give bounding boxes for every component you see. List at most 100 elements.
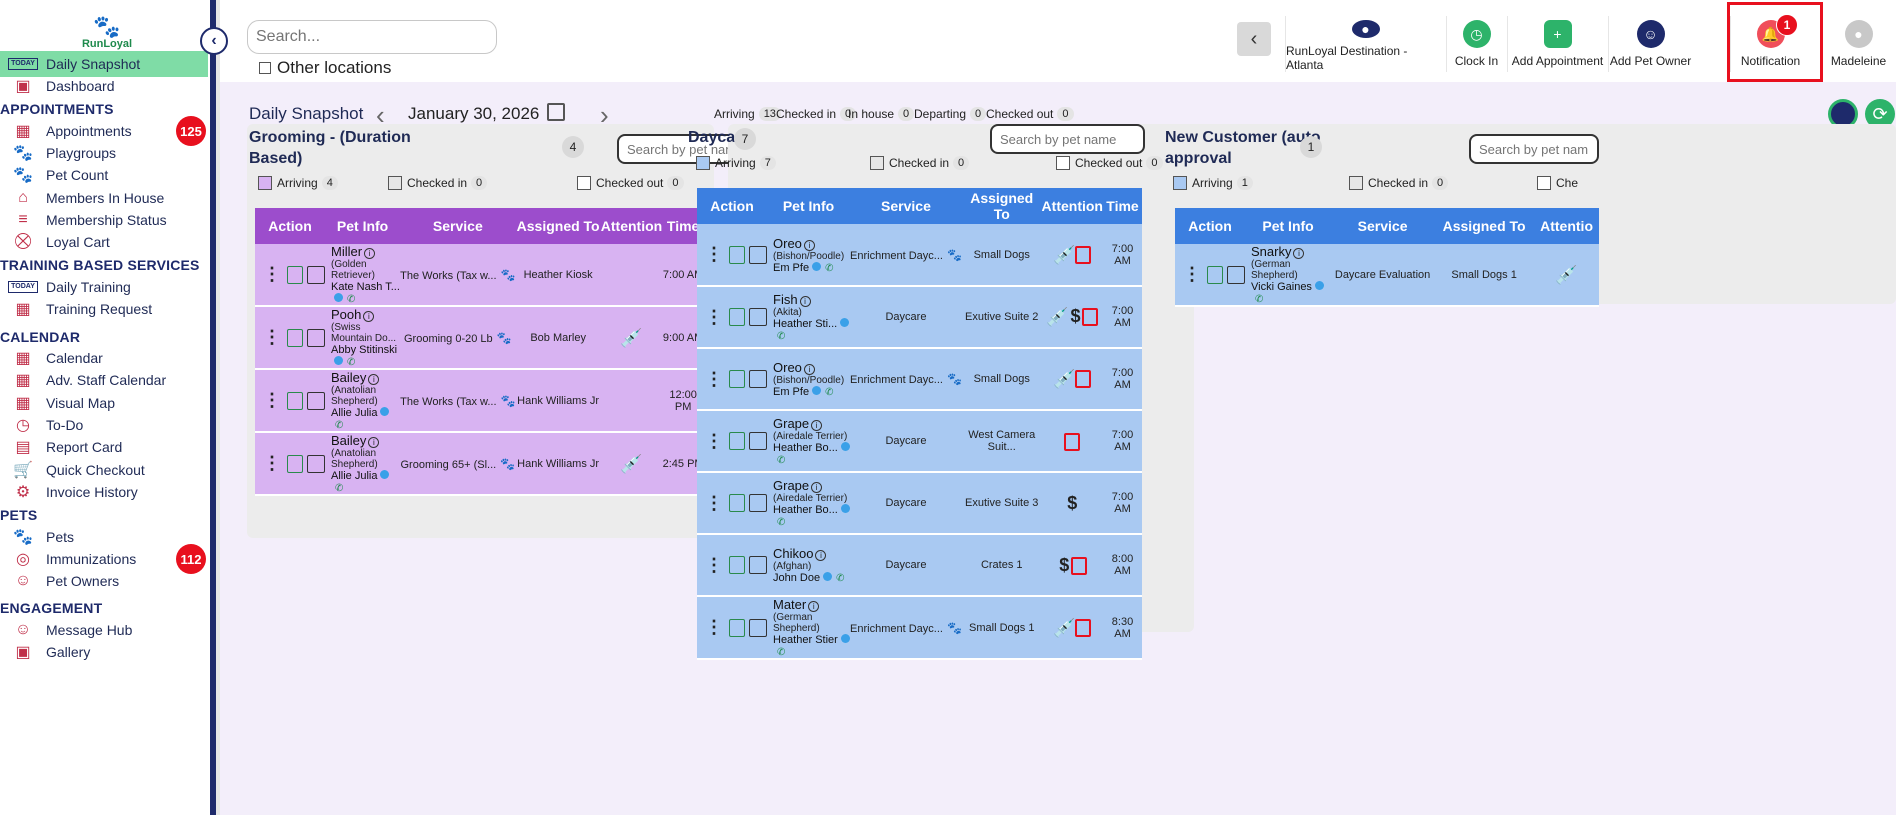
- legend-swatch[interactable]: [696, 156, 710, 170]
- pet-owner[interactable]: Kate Nash T...: [331, 281, 400, 293]
- chat-icon[interactable]: [823, 572, 833, 581]
- sidebar-item-dashboard[interactable]: ▣ Dashboard: [0, 73, 208, 99]
- chat-icon[interactable]: [840, 442, 850, 451]
- column-header[interactable]: Action: [697, 188, 767, 224]
- column-header[interactable]: Service: [1331, 208, 1435, 244]
- more-options-icon[interactable]: ⋮: [1183, 264, 1201, 285]
- more-options-icon[interactable]: ⋮: [263, 453, 281, 474]
- column-header[interactable]: Assigned To: [515, 208, 601, 244]
- table-row[interactable]: ⋮ Bailey i (Anatolian Shepherd) Allie Julia✆…: [255, 369, 704, 433]
- report-card-icon[interactable]: [749, 308, 767, 326]
- info-icon[interactable]: i: [363, 311, 375, 322]
- phone-icon[interactable]: ✆: [825, 387, 833, 398]
- table-row[interactable]: ⋮ Oreo i (Bishon/Poodle) Em Pfe ✆ Enrichment D…: [697, 348, 1142, 411]
- table-row[interactable]: ⋮ Grape i (Airedale Terrier) Heather Bo...✆ D…: [697, 410, 1142, 473]
- phone-icon[interactable]: ✆: [825, 263, 833, 274]
- chat-icon[interactable]: [334, 356, 343, 365]
- report-card-icon[interactable]: [307, 265, 325, 284]
- sidebar-item-training-request[interactable]: ▦ Training Request: [0, 296, 208, 322]
- phone-icon[interactable]: ✆: [335, 420, 343, 431]
- new-customer-search-input[interactable]: [1469, 134, 1599, 164]
- column-header[interactable]: Service: [850, 188, 962, 224]
- column-header[interactable]: Action: [255, 208, 325, 244]
- more-options-icon[interactable]: ⋮: [263, 264, 281, 285]
- table-row[interactable]: ⋮ Bailey i (Anatolian Shepherd) Allie Julia✆…: [255, 432, 704, 496]
- chat-icon[interactable]: [1314, 281, 1324, 290]
- check-in-icon[interactable]: [729, 370, 745, 388]
- more-options-icon[interactable]: ⋮: [263, 327, 281, 348]
- legend-swatch[interactable]: [1173, 176, 1187, 190]
- check-in-icon[interactable]: [287, 328, 303, 347]
- column-header[interactable]: Pet Info: [1245, 208, 1332, 244]
- location-selector[interactable]: ● RunLoyal Destination - Atlanta: [1285, 16, 1445, 72]
- other-locations-checkbox[interactable]: Other locations: [259, 58, 391, 78]
- pet-name[interactable]: Bailey: [331, 433, 366, 448]
- pet-name[interactable]: Grape: [773, 416, 809, 431]
- info-icon[interactable]: i: [364, 248, 376, 259]
- paw-add-icon[interactable]: 🐾: [501, 268, 516, 282]
- phone-icon[interactable]: ✆: [347, 294, 355, 305]
- report-card-icon[interactable]: [749, 494, 767, 512]
- paw-add-icon[interactable]: 🐾: [500, 457, 515, 471]
- check-in-icon[interactable]: [729, 494, 745, 512]
- chat-icon[interactable]: [812, 386, 822, 395]
- pet-owner[interactable]: Vicki Gaines: [1251, 281, 1312, 293]
- column-header[interactable]: Assigned To: [1434, 208, 1535, 244]
- legend-arriving[interactable]: Arriving 7: [696, 156, 776, 170]
- pet-owner[interactable]: Em Pfe: [773, 386, 809, 398]
- table-row[interactable]: ⋮ Chikoo i (Afghan) John Doe ✆ Daycare Crates 1…: [697, 534, 1142, 597]
- pet-owner[interactable]: Heather Bo...: [773, 504, 838, 516]
- check-in-icon[interactable]: [287, 391, 303, 410]
- column-header[interactable]: Pet Info: [767, 188, 851, 224]
- phone-icon[interactable]: ✆: [777, 331, 785, 342]
- table-row[interactable]: ⋮ Fish i (Akita) Heather Sti...✆ Daycare Exuti…: [697, 286, 1142, 349]
- check-in-icon[interactable]: [729, 432, 745, 450]
- more-options-icon[interactable]: ⋮: [705, 431, 723, 452]
- check-in-icon[interactable]: [729, 556, 745, 574]
- check-in-icon[interactable]: [729, 308, 745, 326]
- info-icon[interactable]: i: [811, 482, 823, 493]
- sidebar-item-invoice-history[interactable]: ⚙ Invoice History: [0, 479, 208, 505]
- check-in-icon[interactable]: [729, 245, 745, 264]
- table-row[interactable]: ⋮ Mater i (German Shepherd) Heather Stier✆ En…: [697, 596, 1142, 660]
- legend-swatch[interactable]: [1349, 176, 1363, 190]
- report-card-icon[interactable]: [749, 370, 767, 388]
- info-icon[interactable]: i: [368, 374, 380, 385]
- more-options-icon[interactable]: ⋮: [705, 555, 723, 576]
- pet-name[interactable]: Oreo: [773, 236, 802, 251]
- report-card-icon[interactable]: [307, 454, 325, 473]
- daycare-search-input[interactable]: [990, 124, 1145, 154]
- legend-checked-out[interactable]: Checked out 0: [1056, 156, 1163, 170]
- legend-swatch[interactable]: [1056, 156, 1070, 170]
- legend-swatch[interactable]: [870, 156, 884, 170]
- collapse-sidebar-button[interactable]: ‹: [200, 27, 228, 55]
- column-header[interactable]: Service: [400, 208, 516, 244]
- pet-owner[interactable]: Allie Julia: [331, 470, 377, 482]
- global-search-input[interactable]: [247, 20, 497, 54]
- report-card-icon[interactable]: [749, 432, 767, 450]
- table-row[interactable]: ⋮ Pooh i (Swiss Mountain Do... Abby Stitinsk…: [255, 306, 704, 370]
- chat-icon[interactable]: [380, 470, 390, 479]
- info-icon[interactable]: i: [803, 239, 815, 251]
- info-icon[interactable]: i: [808, 601, 820, 612]
- pet-name[interactable]: Mater: [773, 597, 806, 612]
- checkbox-icon[interactable]: [259, 62, 271, 74]
- pet-owner[interactable]: Allie Julia: [331, 407, 377, 419]
- paw-add-icon[interactable]: 🐾: [501, 394, 516, 408]
- report-card-icon[interactable]: [1227, 265, 1245, 284]
- pet-name[interactable]: Chikoo: [773, 546, 813, 561]
- chat-icon[interactable]: [334, 293, 343, 302]
- pet-name[interactable]: Fish: [773, 292, 798, 307]
- legend-checked-out[interactable]: Che: [1537, 176, 1578, 190]
- paw-add-icon[interactable]: 🐾: [947, 621, 962, 635]
- phone-icon[interactable]: ✆: [777, 647, 785, 658]
- info-icon[interactable]: i: [815, 550, 827, 561]
- legend-swatch[interactable]: [577, 176, 591, 190]
- more-options-icon[interactable]: ⋮: [705, 617, 723, 638]
- phone-icon[interactable]: ✆: [836, 573, 844, 584]
- legend-swatch[interactable]: [258, 176, 272, 190]
- table-row[interactable]: ⋮ Grape i (Airedale Terrier) Heather Bo...✆ D…: [697, 472, 1142, 535]
- legend-swatch[interactable]: [1537, 176, 1551, 190]
- sidebar-item-gallery[interactable]: ▣ Gallery: [0, 639, 208, 665]
- column-header[interactable]: Attentio: [1534, 208, 1599, 244]
